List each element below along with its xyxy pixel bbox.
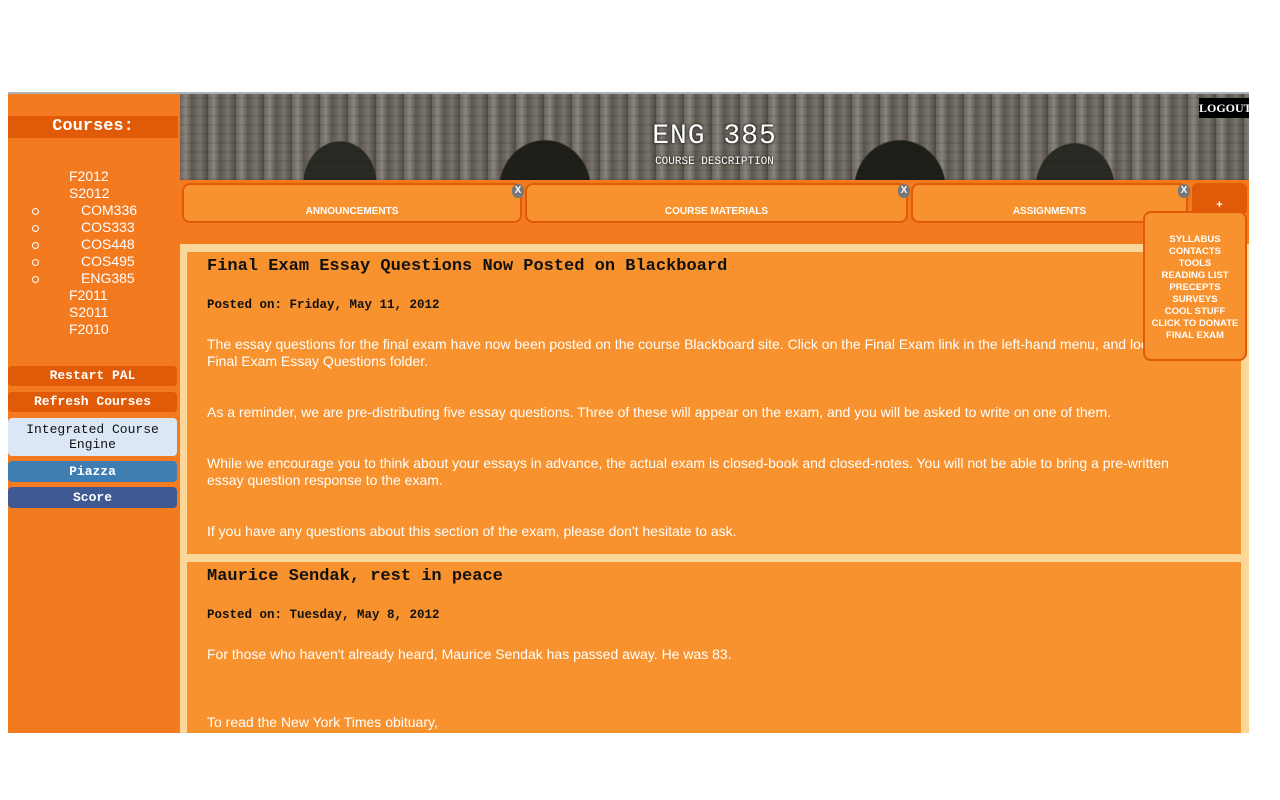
course-label: COM336	[81, 202, 138, 218]
menu-item-syllabus[interactable]: SYLLABUS	[1145, 234, 1245, 246]
course-label: COS495	[81, 253, 135, 269]
menu-item-cool-stuff[interactable]: COOL STUFF	[1145, 306, 1245, 318]
tab-label: ANNOUNCEMENTS	[305, 206, 399, 217]
tab-label: ASSIGNMENTS	[1012, 206, 1087, 217]
course-cos333[interactable]: COS333	[8, 219, 180, 236]
post-paragraph: The essay questions for the final exam h…	[207, 336, 1194, 369]
course-eng385[interactable]: ENG385	[8, 270, 180, 287]
integrated-course-engine-button[interactable]: Integrated Course Engine	[8, 418, 177, 456]
course-label: COS448	[81, 236, 135, 252]
announcement-post: Final Exam Essay Questions Now Posted on…	[187, 252, 1241, 554]
menu-item-reading-list[interactable]: READING LIST	[1145, 270, 1245, 282]
bullet-icon	[32, 259, 39, 266]
tab-label: COURSE MATERIALS	[664, 206, 769, 217]
menu-item-precepts[interactable]: PRECEPTS	[1145, 282, 1245, 294]
course-cos448[interactable]: COS448	[8, 236, 180, 253]
post-paragraph: While we encourage you to think about yo…	[207, 455, 1169, 488]
course-com336[interactable]: COM336	[8, 202, 180, 219]
post-paragraph: If you have any questions about this sec…	[207, 523, 737, 539]
post-title: Final Exam Essay Questions Now Posted on…	[207, 257, 728, 276]
post-date: Posted on: Tuesday, May 8, 2012	[207, 608, 440, 622]
menu-item-surveys[interactable]: SURVEYS	[1145, 294, 1245, 306]
course-description-link[interactable]: COURSE DESCRIPTION	[180, 156, 1249, 168]
refresh-courses-button[interactable]: Refresh Courses	[8, 392, 177, 412]
term-f2010[interactable]: F2010	[8, 321, 180, 338]
header-banner: ENG 385 COURSE DESCRIPTION LOGOUT	[180, 94, 1249, 180]
more-tabs-button[interactable]: +	[1192, 183, 1247, 213]
post-date: Posted on: Friday, May 11, 2012	[207, 298, 440, 312]
course-list: F2012 S2012 COM336 COS333 COS448 COS495 …	[8, 168, 180, 338]
term-s2012[interactable]: S2012	[8, 185, 180, 202]
course-cos495[interactable]: COS495	[8, 253, 180, 270]
tab-course-materials[interactable]: COURSE MATERIALS X	[525, 183, 910, 223]
sidebar: Courses: F2012 S2012 COM336 COS333 COS44…	[8, 94, 180, 733]
tab-announcements[interactable]: ANNOUNCEMENTS X	[182, 183, 524, 223]
post-title: Maurice Sendak, rest in peace	[207, 567, 503, 586]
term-f2012[interactable]: F2012	[8, 168, 180, 185]
course-label: ENG385	[81, 270, 135, 286]
courses-heading: Courses:	[8, 116, 178, 138]
menu-item-donate[interactable]: CLICK TO DONATE	[1145, 318, 1245, 330]
logout-button[interactable]: LOGOUT	[1199, 98, 1249, 118]
close-icon[interactable]: X	[898, 184, 910, 198]
post-paragraph: For those who haven't already heard, Mau…	[207, 646, 732, 662]
post-paragraph: To read the New York Times obituary,	[207, 714, 438, 730]
bullet-icon	[32, 225, 39, 232]
menu-item-contacts[interactable]: CONTACTS	[1145, 246, 1245, 258]
course-title: ENG 385	[652, 121, 777, 152]
bullet-icon	[32, 208, 39, 215]
term-f2011[interactable]: F2011	[8, 287, 180, 304]
menu-item-tools[interactable]: TOOLS	[1145, 258, 1245, 270]
term-s2011[interactable]: S2011	[8, 304, 180, 321]
bullet-icon	[32, 276, 39, 283]
score-button[interactable]: Score	[8, 487, 177, 508]
restart-pal-button[interactable]: Restart PAL	[8, 366, 177, 386]
close-icon[interactable]: X	[512, 184, 524, 198]
piazza-button[interactable]: Piazza	[8, 461, 177, 482]
course-label: COS333	[81, 219, 135, 235]
bullet-icon	[32, 242, 39, 249]
announcement-post: Maurice Sendak, rest in peace Posted on:…	[187, 562, 1241, 733]
post-paragraph: As a reminder, we are pre-distributing f…	[207, 404, 1112, 420]
app-frame: Courses: F2012 S2012 COM336 COS333 COS44…	[8, 92, 1249, 733]
menu-item-final-exam[interactable]: FINAL EXAM	[1145, 330, 1245, 342]
more-tabs-menu: SYLLABUS CONTACTS TOOLS READING LIST PRE…	[1143, 211, 1247, 361]
close-icon[interactable]: X	[1178, 184, 1190, 198]
